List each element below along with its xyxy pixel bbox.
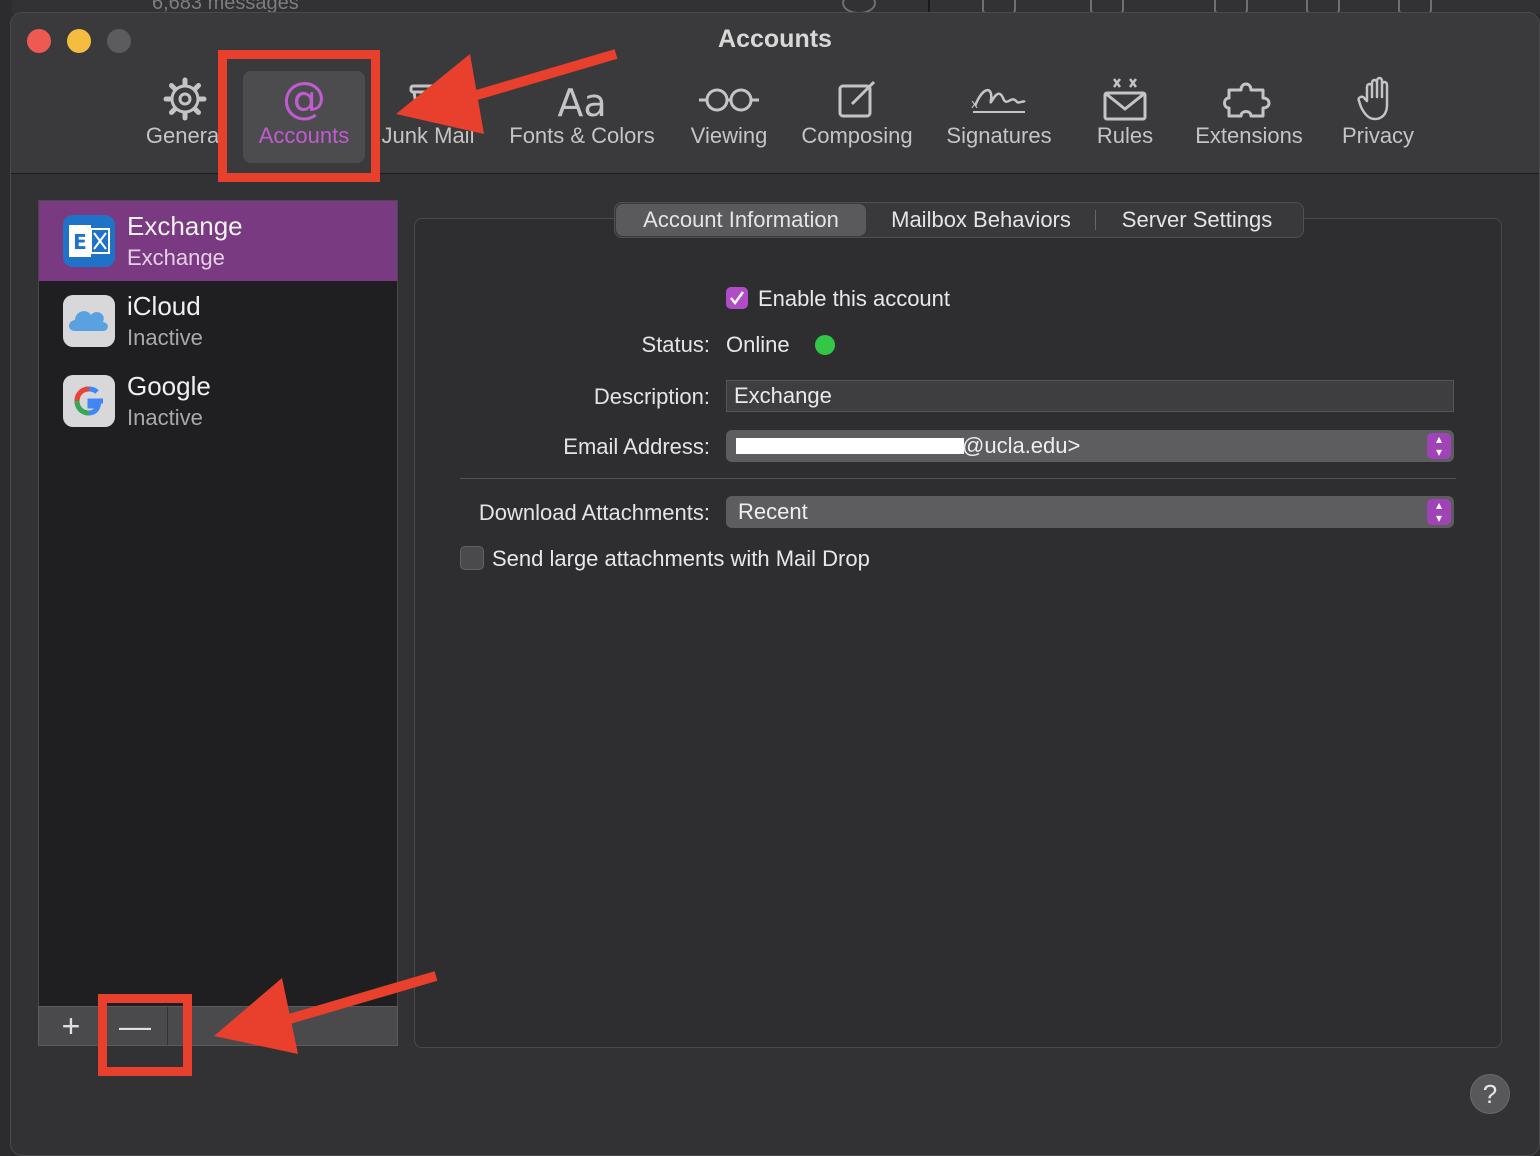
annotation-arrows xyxy=(214,49,618,1054)
annotation-arrow-remove xyxy=(214,971,438,1054)
annotation-arrow-accounts xyxy=(396,49,618,134)
